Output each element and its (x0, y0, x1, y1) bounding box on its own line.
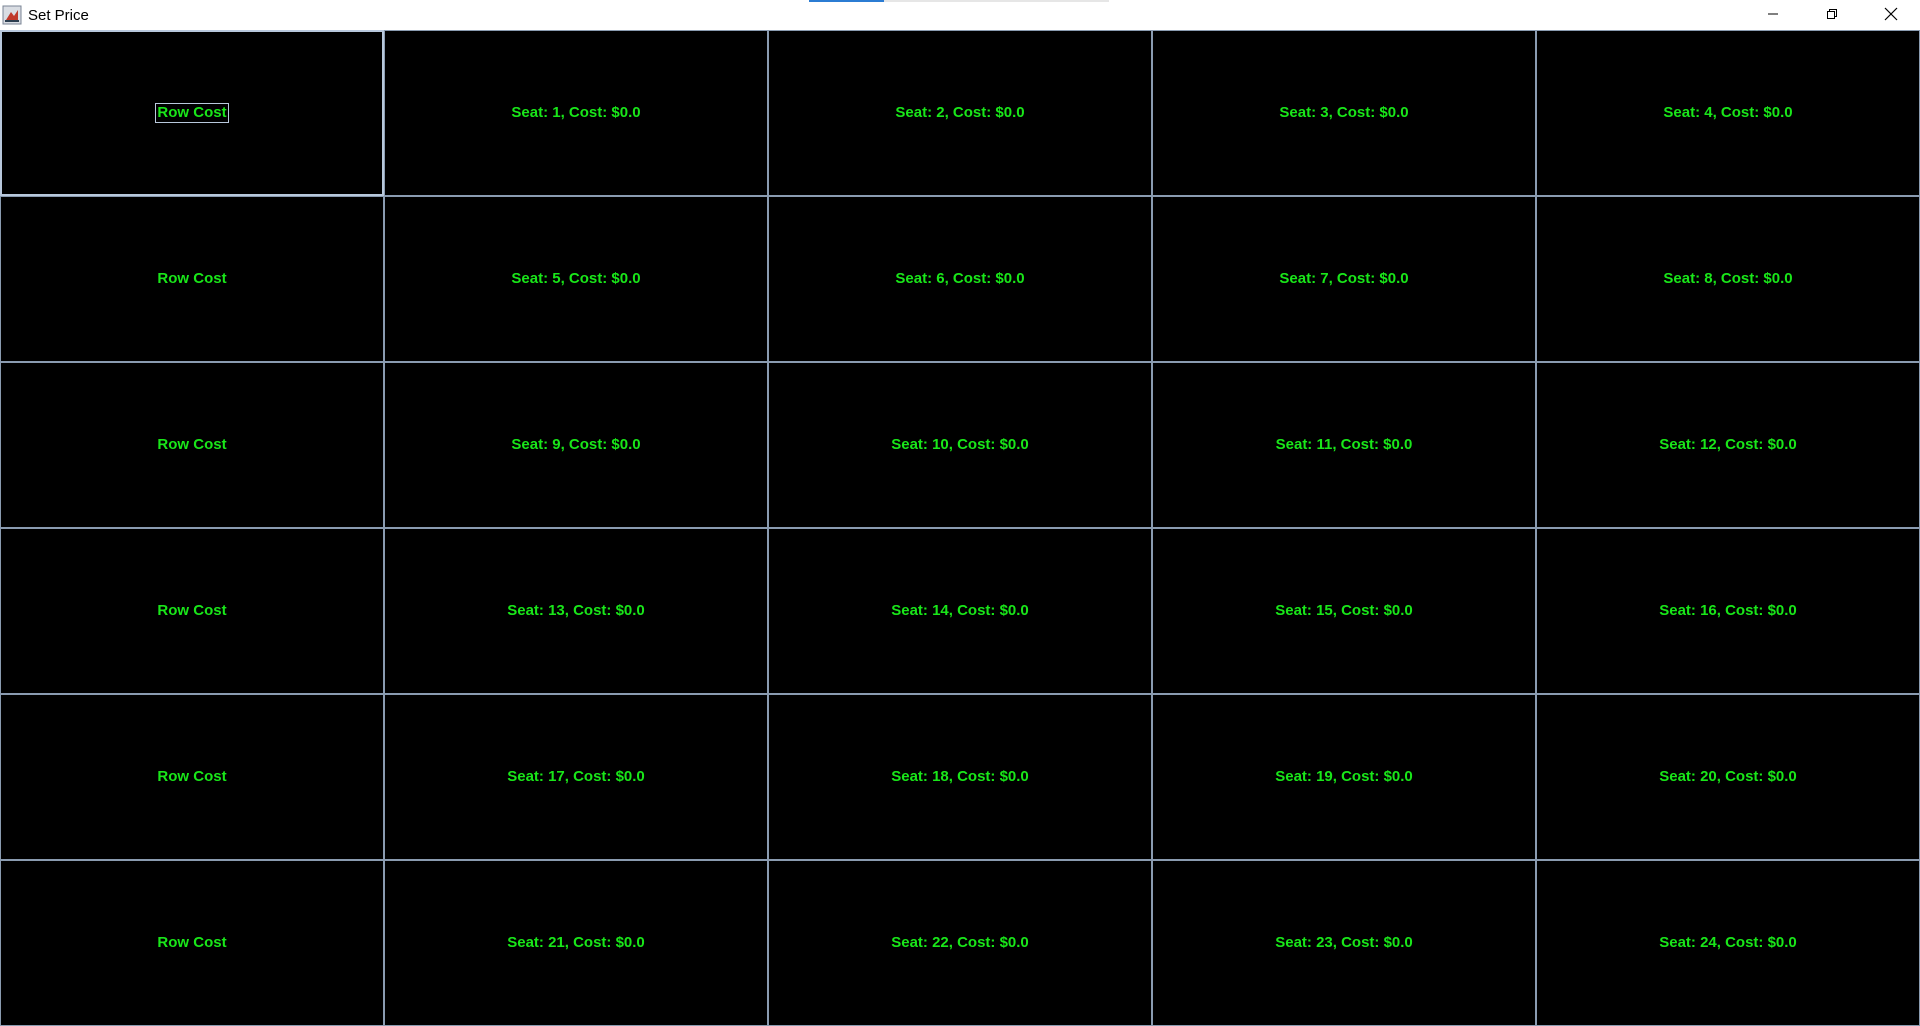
seat-label: Seat: 8, Cost: $0.0 (1663, 270, 1793, 287)
row-cost-label: Row Cost (157, 436, 227, 453)
seat-button[interactable]: Seat: 17, Cost: $0.0 (384, 694, 768, 860)
seat-label: Seat: 7, Cost: $0.0 (1279, 270, 1409, 287)
seat-button[interactable]: Seat: 12, Cost: $0.0 (1536, 362, 1920, 528)
restore-icon (1826, 8, 1838, 20)
seat-button[interactable]: Seat: 15, Cost: $0.0 (1152, 528, 1536, 694)
seat-label: Seat: 12, Cost: $0.0 (1659, 436, 1797, 453)
seat-button[interactable]: Seat: 7, Cost: $0.0 (1152, 196, 1536, 362)
seat-label: Seat: 14, Cost: $0.0 (891, 602, 1029, 619)
seat-button[interactable]: Seat: 9, Cost: $0.0 (384, 362, 768, 528)
seat-button[interactable]: Seat: 10, Cost: $0.0 (768, 362, 1152, 528)
seat-button[interactable]: Seat: 5, Cost: $0.0 (384, 196, 768, 362)
window-controls (1743, 0, 1920, 30)
window-title: Set Price (28, 6, 89, 24)
seat-label: Seat: 2, Cost: $0.0 (895, 104, 1025, 121)
seat-button[interactable]: Seat: 22, Cost: $0.0 (768, 860, 1152, 1026)
seat-button[interactable]: Seat: 4, Cost: $0.0 (1536, 30, 1920, 196)
seat-button[interactable]: Seat: 23, Cost: $0.0 (1152, 860, 1536, 1026)
java-app-icon[interactable] (2, 5, 22, 25)
seat-button[interactable]: Seat: 19, Cost: $0.0 (1152, 694, 1536, 860)
seat-label: Seat: 19, Cost: $0.0 (1275, 768, 1413, 785)
seat-button[interactable]: Seat: 8, Cost: $0.0 (1536, 196, 1920, 362)
set-price-window: Set Price Row Cost Seat: 1, Cost: $0.0 S… (0, 0, 1920, 1026)
seat-label: Seat: 20, Cost: $0.0 (1659, 768, 1797, 785)
row-cost-label: Row Cost (157, 270, 227, 287)
seat-button[interactable]: Seat: 20, Cost: $0.0 (1536, 694, 1920, 860)
seat-button[interactable]: Seat: 2, Cost: $0.0 (768, 30, 1152, 196)
seat-button[interactable]: Seat: 24, Cost: $0.0 (1536, 860, 1920, 1026)
seat-label: Seat: 4, Cost: $0.0 (1663, 104, 1793, 121)
seat-button[interactable]: Seat: 16, Cost: $0.0 (1536, 528, 1920, 694)
seat-button[interactable]: Seat: 1, Cost: $0.0 (384, 30, 768, 196)
seat-button[interactable]: Seat: 14, Cost: $0.0 (768, 528, 1152, 694)
seat-label: Seat: 21, Cost: $0.0 (507, 934, 645, 951)
row-cost-button[interactable]: Row Cost (0, 30, 384, 196)
seat-label: Seat: 9, Cost: $0.0 (511, 436, 641, 453)
seat-label: Seat: 3, Cost: $0.0 (1279, 104, 1409, 121)
row-cost-button[interactable]: Row Cost (0, 528, 384, 694)
row-cost-button[interactable]: Row Cost (0, 860, 384, 1026)
seat-label: Seat: 6, Cost: $0.0 (895, 270, 1025, 287)
seat-label: Seat: 15, Cost: $0.0 (1275, 602, 1413, 619)
seat-label: Seat: 24, Cost: $0.0 (1659, 934, 1797, 951)
seat-label: Seat: 16, Cost: $0.0 (1659, 602, 1797, 619)
seat-price-grid: Row Cost Seat: 1, Cost: $0.0 Seat: 2, Co… (0, 30, 1920, 1026)
seat-label: Seat: 17, Cost: $0.0 (507, 768, 645, 785)
row-cost-button[interactable]: Row Cost (0, 694, 384, 860)
row-cost-label: Row Cost (157, 602, 227, 619)
seat-label: Seat: 5, Cost: $0.0 (511, 270, 641, 287)
title-progress-fill (809, 0, 884, 2)
title-bar[interactable]: Set Price (0, 0, 1920, 30)
row-cost-button[interactable]: Row Cost (0, 196, 384, 362)
minimize-button[interactable] (1743, 0, 1802, 28)
row-cost-label: Row Cost (155, 103, 229, 123)
seat-label: Seat: 23, Cost: $0.0 (1275, 934, 1413, 951)
seat-label: Seat: 1, Cost: $0.0 (511, 104, 641, 121)
seat-button[interactable]: Seat: 3, Cost: $0.0 (1152, 30, 1536, 196)
title-progress-bar (809, 0, 1109, 2)
seat-button[interactable]: Seat: 18, Cost: $0.0 (768, 694, 1152, 860)
row-cost-label: Row Cost (157, 934, 227, 951)
close-button[interactable] (1861, 0, 1920, 28)
seat-button[interactable]: Seat: 11, Cost: $0.0 (1152, 362, 1536, 528)
seat-button[interactable]: Seat: 21, Cost: $0.0 (384, 860, 768, 1026)
seat-button[interactable]: Seat: 6, Cost: $0.0 (768, 196, 1152, 362)
seat-label: Seat: 11, Cost: $0.0 (1275, 436, 1413, 453)
seat-label: Seat: 13, Cost: $0.0 (507, 602, 645, 619)
minimize-icon (1767, 8, 1779, 20)
close-icon (1884, 7, 1898, 21)
seat-label: Seat: 22, Cost: $0.0 (891, 934, 1029, 951)
seat-label: Seat: 10, Cost: $0.0 (891, 436, 1029, 453)
restore-button[interactable] (1802, 0, 1861, 28)
seat-button[interactable]: Seat: 13, Cost: $0.0 (384, 528, 768, 694)
row-cost-label: Row Cost (157, 768, 227, 785)
seat-label: Seat: 18, Cost: $0.0 (891, 768, 1029, 785)
row-cost-button[interactable]: Row Cost (0, 362, 384, 528)
